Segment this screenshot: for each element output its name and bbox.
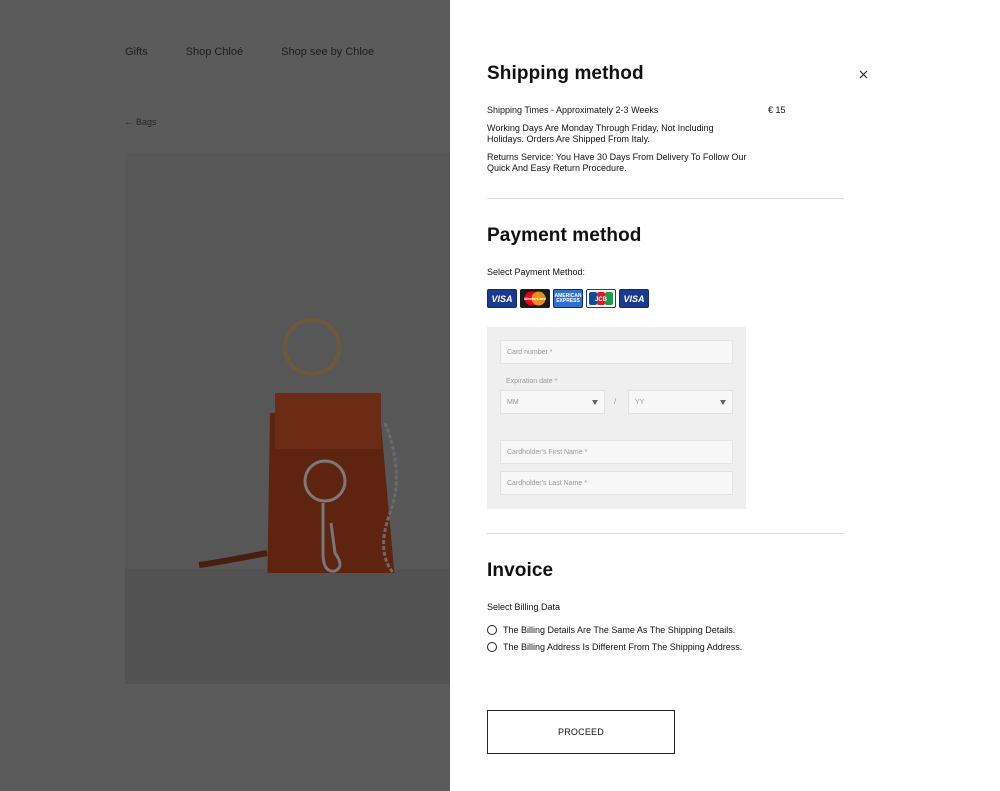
billing-select-label: Select Billing Data (487, 602, 561, 612)
jcb-logo: JCB (589, 292, 613, 305)
close-icon (859, 70, 867, 78)
product-image (125, 153, 450, 684)
expiration-month-select[interactable]: MM (500, 390, 605, 414)
jcb-card-icon[interactable]: JCB (586, 289, 616, 308)
close-button[interactable] (855, 66, 871, 82)
year-placeholder: YY (635, 398, 645, 406)
billing-same-option[interactable]: The Billing Details Are The Same As The … (487, 625, 735, 635)
amex-card-icon[interactable]: AMERICAN EXPRESS (553, 289, 583, 308)
proceed-button[interactable]: PROCEED (487, 710, 675, 754)
jcb-label: JCB (595, 297, 608, 303)
shipping-working-days: Working Days Are Monday Through Friday, … (487, 123, 714, 144)
expiration-year-select[interactable]: YY (628, 390, 733, 414)
billing-different-label: The Billing Address Is Different From Th… (503, 642, 743, 652)
cardholder-last-name-input[interactable]: Cardholder's Last Name * (500, 471, 733, 495)
card-number-input[interactable]: Card number * (500, 340, 733, 364)
section-divider (487, 533, 844, 534)
payment-title: Payment method (487, 225, 642, 246)
invoice-title: Invoice (487, 560, 554, 581)
back-to-bags-link[interactable]: ← Bags (124, 117, 157, 127)
checkout-panel: Shipping method Shipping Times - Approxi… (450, 0, 1000, 791)
arrow-left-icon: ← (124, 117, 133, 127)
shipping-title: Shipping method (487, 63, 644, 84)
radio-button[interactable] (487, 625, 497, 635)
dimmed-product-page: Gifts Shop Chloé Shop see by Chloe ← Bag… (0, 0, 450, 791)
product-image-floor (125, 569, 450, 684)
chevron-down-icon (592, 399, 598, 405)
visa-electron-card-icon[interactable]: VISA (619, 289, 649, 308)
mastercard-card-icon[interactable]: MasterCard (520, 289, 550, 308)
chevron-down-icon (720, 399, 726, 405)
shipping-returns: Returns Service: You Have 30 Days From D… (487, 152, 747, 173)
back-link-label: Bags (136, 117, 157, 127)
shipping-price: € 15 (768, 105, 786, 115)
billing-same-label: The Billing Details Are The Same As The … (503, 625, 736, 635)
nav-item-shop-chloe[interactable]: Shop Chloé (186, 46, 244, 58)
cardholder-first-name-input[interactable]: Cardholder's First Name * (500, 440, 733, 464)
billing-different-option[interactable]: The Billing Address Is Different From Th… (487, 642, 742, 652)
mastercard-logo: MasterCard (524, 291, 547, 306)
mastercard-label: MasterCard (524, 296, 547, 301)
date-separator: / (614, 397, 617, 406)
card-details-form: Card number * Expiration date * MM / YY … (487, 327, 746, 509)
radio-button[interactable] (487, 642, 497, 652)
payment-card-options: VISA MasterCard AMERICAN EXPRESS JCB VIS… (487, 289, 649, 308)
section-divider (487, 198, 844, 199)
nav-item-shop-see-by-chloe[interactable]: Shop see by Chloe (281, 46, 374, 58)
payment-select-label: Select Payment Method: (487, 267, 586, 277)
nav-item-gifts[interactable]: Gifts (125, 46, 148, 58)
expiration-date-label: Expiration date * (506, 378, 558, 385)
month-placeholder: MM (507, 398, 519, 406)
top-navigation: Gifts Shop Chloé Shop see by Chloe (125, 46, 412, 58)
visa-card-icon[interactable]: VISA (487, 289, 517, 308)
handbag-image (198, 318, 398, 573)
shipping-times: Shipping Times - Approximately 2-3 Weeks (487, 105, 659, 115)
